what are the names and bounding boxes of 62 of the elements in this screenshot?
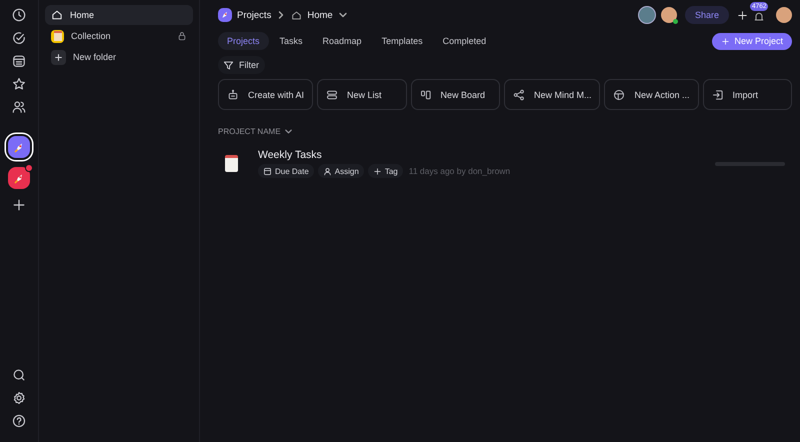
unread-dot	[25, 164, 33, 172]
person-icon	[322, 166, 332, 176]
tab[interactable]: Templates	[372, 32, 432, 50]
chevron-down-icon[interactable]	[338, 10, 348, 20]
filter-button[interactable]: Filter	[218, 56, 265, 74]
home-icon	[51, 9, 63, 21]
lock-icon	[177, 31, 187, 41]
calendar-icon[interactable]	[12, 54, 26, 68]
check-circle-icon[interactable]	[12, 31, 26, 45]
action-card[interactable]: New Action ...	[604, 79, 699, 110]
due-date-chip[interactable]: Due Date	[258, 164, 314, 178]
avatar[interactable]	[638, 6, 656, 24]
action-card[interactable]: New Board	[410, 79, 500, 110]
workspace-icon[interactable]	[8, 167, 30, 189]
filter-icon	[223, 60, 234, 70]
tag-chip[interactable]: Tag	[368, 164, 403, 178]
chevron-down-icon	[284, 127, 293, 136]
star-icon[interactable]	[12, 77, 26, 91]
globe-icon	[613, 88, 626, 100]
clock-icon[interactable]	[12, 8, 26, 22]
action-card[interactable]: Import	[702, 79, 792, 110]
breadcrumb-link[interactable]: Home	[307, 10, 333, 20]
plus-icon	[372, 166, 382, 176]
sidebar-item[interactable]: New folder	[45, 47, 193, 67]
plus-icon[interactable]	[737, 10, 748, 20]
list-icon	[326, 88, 338, 100]
project-title[interactable]: Weekly Tasks	[258, 149, 510, 161]
search-icon[interactable]	[12, 368, 26, 382]
plus-icon	[721, 36, 730, 46]
action-card[interactable]: New List	[317, 79, 406, 110]
calendar-emoji-icon	[225, 155, 238, 172]
settings-icon[interactable]	[12, 391, 26, 405]
robot-icon	[227, 88, 239, 100]
share-button[interactable]: Share	[684, 6, 729, 24]
avatar[interactable]	[660, 7, 677, 23]
assign-chip[interactable]: Assign	[318, 164, 364, 178]
plus-icon[interactable]	[12, 198, 26, 212]
plus-icon	[51, 50, 66, 64]
tab[interactable]: Projects	[218, 32, 269, 50]
calendar-icon	[263, 166, 272, 176]
people-icon[interactable]	[12, 100, 26, 114]
bell-icon[interactable]	[753, 11, 765, 23]
tab[interactable]: Tasks	[270, 32, 312, 50]
sidebar-item[interactable]: Home	[45, 5, 193, 25]
share-nodes-icon	[512, 88, 525, 100]
board-icon	[420, 88, 432, 100]
action-card[interactable]: Create with AI	[218, 79, 314, 110]
tab[interactable]: Roadmap	[314, 32, 371, 50]
import-icon	[712, 88, 724, 100]
home-icon	[291, 10, 302, 20]
action-card[interactable]: New Mind M...	[504, 79, 600, 110]
workspace-icon[interactable]	[8, 136, 30, 158]
calendar-emoji-icon	[51, 30, 64, 42]
sidebar-item[interactable]: Collection	[45, 26, 193, 46]
column-header[interactable]: PROJECT NAME	[218, 127, 293, 136]
project-meta: 11 days ago by don_brown	[408, 166, 510, 176]
tab[interactable]: Completed	[434, 32, 496, 50]
help-icon[interactable]	[12, 414, 26, 428]
avatar[interactable]	[776, 7, 792, 23]
new-project-button[interactable]: New Project	[712, 32, 792, 50]
breadcrumb-link[interactable]: Projects	[237, 10, 272, 20]
online-dot	[672, 19, 678, 24]
